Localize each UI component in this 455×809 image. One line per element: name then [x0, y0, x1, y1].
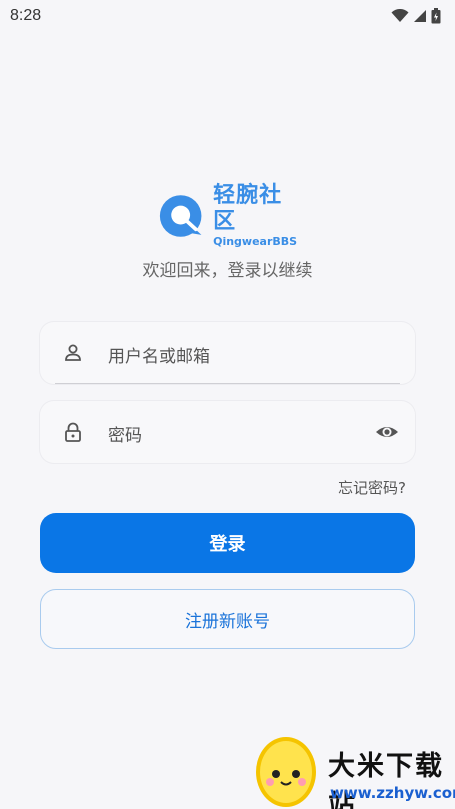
username-input[interactable]: 用户名或邮箱 [108, 342, 210, 367]
register-button[interactable]: 注册新账号 [40, 589, 415, 649]
username-underline [55, 383, 400, 384]
forgot-password-link[interactable]: 忘记密码? [338, 477, 406, 498]
watermark-url: www.zzhyw.com [330, 784, 455, 802]
battery-icon [431, 8, 441, 24]
wifi-icon [391, 9, 409, 22]
username-field[interactable]: 用户名或邮箱 [40, 322, 415, 384]
login-button[interactable]: 登录 [40, 513, 415, 573]
brand-name-en: QingwearBBS [213, 235, 298, 248]
signal-icon [414, 10, 426, 22]
password-input[interactable]: 密码 [108, 421, 142, 446]
logo-text: 轻腕社区 QingwearBBS [213, 183, 300, 249]
chat-bubble-logo-icon [159, 195, 202, 237]
rice-mascot-icon [256, 737, 316, 807]
lock-icon [65, 422, 81, 442]
app-logo: 轻腕社区 QingwearBBS [158, 183, 300, 248]
user-icon [65, 344, 81, 361]
brand-name-cn: 轻腕社区 [213, 183, 283, 234]
password-field[interactable]: 密码 [40, 401, 415, 463]
welcome-text: 欢迎回来，登录以继续 [142, 261, 313, 281]
status-icons [391, 8, 441, 24]
status-time: 8:28 [10, 7, 42, 24]
watermark: 大米下载站 www.zzhyw.com [250, 724, 455, 809]
eye-icon[interactable] [375, 421, 399, 443]
status-bar: 8:28 [0, 0, 455, 32]
